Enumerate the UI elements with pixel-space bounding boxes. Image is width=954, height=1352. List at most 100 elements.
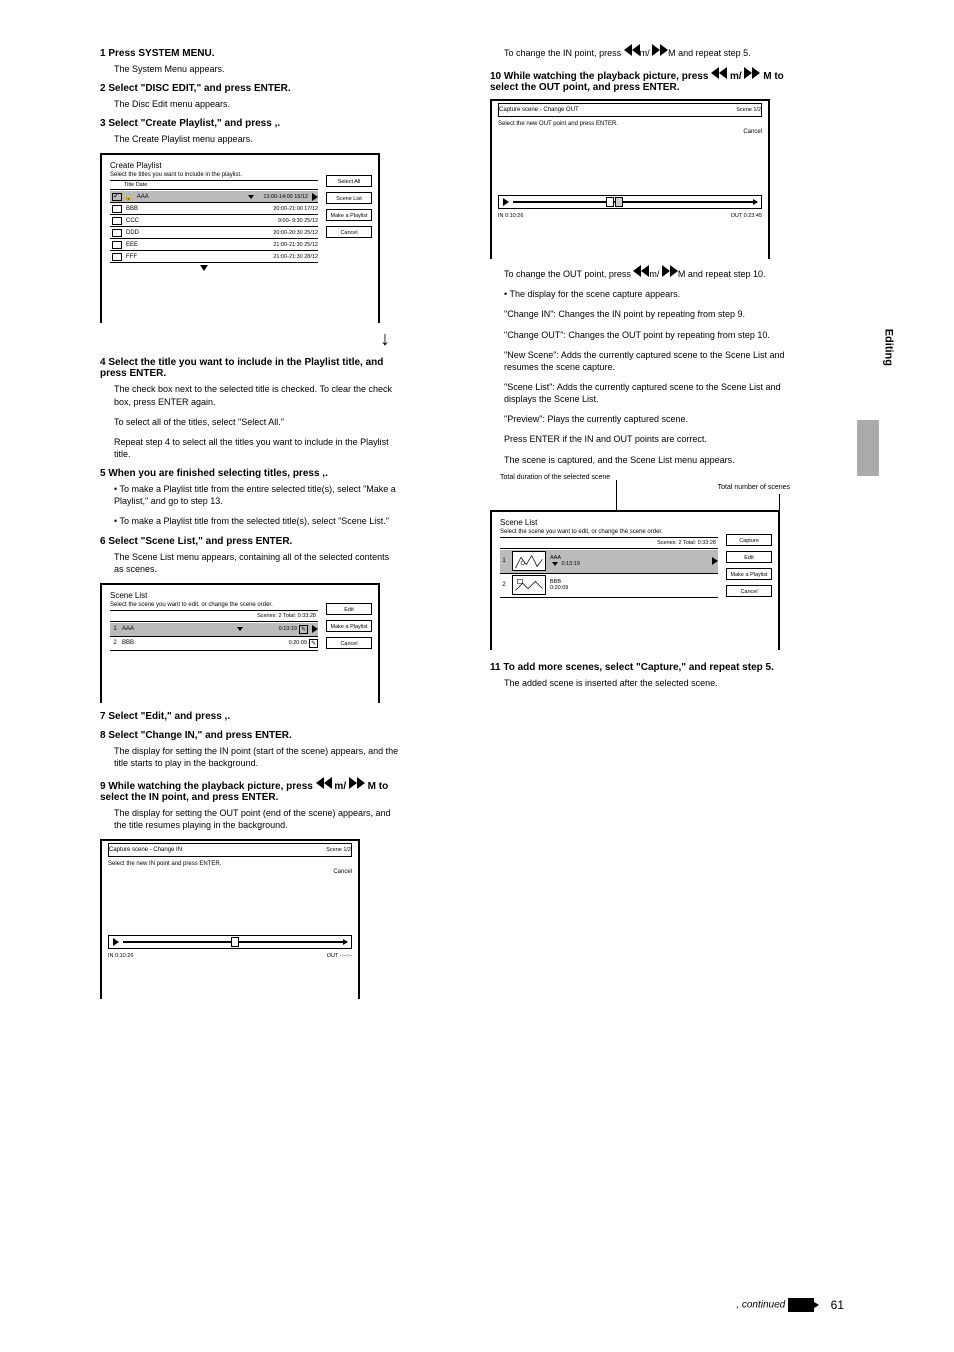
cancel-label[interactable]: Cancel <box>108 869 352 875</box>
title-row[interactable]: DDD 20:00-20:30 25/12 <box>110 227 318 239</box>
row-date: 9:00- 9:30 25/12 <box>266 218 318 224</box>
scene-counter: Scene 1/2 <box>326 847 351 853</box>
arrow-end-icon <box>753 199 758 205</box>
scene-list-callout-wrap: Total duration of the selected scene Tot… <box>490 474 790 654</box>
make-playlist-button[interactable]: Make a Playlist <box>326 620 372 632</box>
timeline-bar[interactable] <box>123 941 347 943</box>
title-row[interactable]: 🔒 AAA 13:00-14:00 15/12 <box>110 191 318 203</box>
row-name: AAA <box>135 194 246 200</box>
capture-button[interactable]: Capture <box>726 534 772 546</box>
step-6-body: The Scene List menu appears, containing … <box>114 551 400 575</box>
scene-num: 1 <box>500 558 508 564</box>
edit-badge-icon: ✎ <box>309 639 318 648</box>
select-all-button[interactable]: Select All <box>326 175 372 187</box>
progress-bar[interactable] <box>108 935 352 949</box>
step-6-title: 6 Select "Scene List," and press ENTER. <box>100 536 400 547</box>
step-8-title: 8 Select "Change IN," and press ENTER. <box>100 730 400 741</box>
row-name: BBB <box>124 206 266 212</box>
out-marker[interactable] <box>615 197 623 207</box>
title-row[interactable]: BBB 20:00-21:00 17/12 <box>110 203 318 215</box>
step-5-opt1: • To make a Playlist title from the enti… <box>114 483 400 507</box>
capture-titlebar: Capture scene - Change IN Scene 1/2 <box>108 843 352 857</box>
rewind-icon <box>711 67 727 82</box>
scene-row[interactable]: 1 AAA 0:13:19 ✎ <box>110 623 318 637</box>
cancel-button[interactable]: Cancel <box>326 226 372 238</box>
thumbnail-icon <box>512 575 546 595</box>
scene-dur: 0:13:19 <box>245 626 297 632</box>
in-marker[interactable] <box>606 197 614 207</box>
play-icon <box>113 938 119 946</box>
checkbox-icon[interactable] <box>112 229 122 237</box>
step-2-body: The Disc Edit menu appears. <box>114 98 400 110</box>
selected-arrow-icon <box>312 193 318 201</box>
make-playlist-button[interactable]: Make a Playlist <box>326 209 372 221</box>
edit-button[interactable]: Edit <box>726 551 772 563</box>
scene-num: 2 <box>500 582 508 588</box>
page-number: 61 <box>831 1298 844 1312</box>
rewind-icon <box>316 777 332 792</box>
step-11-body: The added scene is inserted after the se… <box>504 677 810 689</box>
row-name: DDD <box>124 230 266 236</box>
right-column: To change the IN point, press m/ M and r… <box>490 40 810 697</box>
checkbox-icon[interactable] <box>112 205 122 213</box>
cancel-label[interactable]: Cancel <box>498 129 762 135</box>
callout-total-scenes: Total number of scenes <box>718 484 790 491</box>
rewind-icon <box>624 44 640 59</box>
screen-header: Scenes: 2 Total: 0:33:28 <box>500 539 718 547</box>
step-5-title: 5 When you are finished selecting titles… <box>100 468 400 479</box>
checkbox-icon[interactable] <box>112 253 122 261</box>
edit-button[interactable]: Edit <box>326 603 372 615</box>
capture-in-screen: Capture scene - Change IN Scene 1/2 Sele… <box>100 839 360 999</box>
step-8-body: The display for setting the IN point (st… <box>114 745 400 769</box>
scene-row[interactable]: 2 BBB 0:20:09 ✎ <box>110 637 318 651</box>
make-playlist-button[interactable]: Make a Playlist <box>726 568 772 580</box>
cancel-button[interactable]: Cancel <box>326 637 372 649</box>
scroll-down-icon[interactable] <box>200 265 208 271</box>
step-3-title: 3 Select "Create Playlist," and press ,. <box>100 118 400 129</box>
step-7-title: 7 Select "Edit," and press ,. <box>100 711 400 722</box>
step-4-body3: Repeat step 4 to select all the titles y… <box>114 436 400 460</box>
create-playlist-screen: Create Playlist Select the titles you wa… <box>100 153 380 323</box>
cancel-button[interactable]: Cancel <box>726 585 772 597</box>
checkbox-icon[interactable] <box>112 241 122 249</box>
capture-display-intro: • The display for the scene capture appe… <box>504 288 810 300</box>
row-name: EEE <box>124 242 266 248</box>
side-section-label: Editing <box>882 329 894 366</box>
thumb-info: AAA 0:13:19 <box>550 555 708 568</box>
step-2-title: 2 Select "DISC EDIT," and press ENTER. <box>100 83 400 94</box>
scene-thumb-row[interactable]: 2 BBB 0:20:09 <box>500 574 718 598</box>
step-4-title: 4 Select the title you want to include i… <box>100 357 400 379</box>
caret-down-icon <box>248 195 254 199</box>
callout-total-duration: Total duration of the selected scene <box>500 474 610 481</box>
thumb-info: BBB 0:20:09 <box>550 579 718 592</box>
step-1-title: 1 Press SYSTEM MENU. <box>100 48 400 59</box>
out-time: OUT -:--:-- <box>327 953 352 959</box>
scene-list-screen: Scene List Select the scene you want to … <box>100 583 380 703</box>
checkbox-icon[interactable] <box>112 193 122 201</box>
timeline-bar[interactable] <box>513 201 757 203</box>
title-row[interactable]: CCC 9:00- 9:30 25/12 <box>110 215 318 227</box>
step-9-title: 9 While watching the playback picture, p… <box>100 777 400 803</box>
side-tab <box>857 420 879 476</box>
row-date: 13:00-14:00 15/12 <box>256 194 308 200</box>
lock-icon: 🔒 <box>124 193 133 201</box>
in-time: IN 0:10:26 <box>108 953 133 959</box>
progress-bar[interactable] <box>498 195 762 209</box>
checkbox-icon[interactable] <box>112 217 122 225</box>
title-row[interactable]: FFF 21:00-21:30 28/12 <box>110 251 318 263</box>
row-name: FFF <box>124 254 266 260</box>
step-5-opt2: • To make a Playlist title from the sele… <box>114 515 400 527</box>
step-10-title: 10 While watching the playback picture, … <box>490 67 810 93</box>
fastforward-icon <box>662 265 678 280</box>
screen-title: Create Playlist <box>110 161 370 170</box>
capture-titlebar: Capture scene - Change OUT Scene 1/2 <box>498 103 762 117</box>
scene-dur: 0:20:09 <box>255 640 307 646</box>
in-marker[interactable] <box>231 937 239 947</box>
scene-name: AAA <box>120 626 235 632</box>
step-1-body: The System Menu appears. <box>114 63 400 75</box>
capture-instruction: Select the new OUT point and press ENTER… <box>498 121 762 127</box>
title-row[interactable]: EEE 21:00-21:30 25/12 <box>110 239 318 251</box>
scene-list-button[interactable]: Scene List <box>326 192 372 204</box>
in-time: IN 0:10:26 <box>498 213 523 219</box>
scene-thumb-row[interactable]: 1 AAA 0:13:19 <box>500 550 718 574</box>
